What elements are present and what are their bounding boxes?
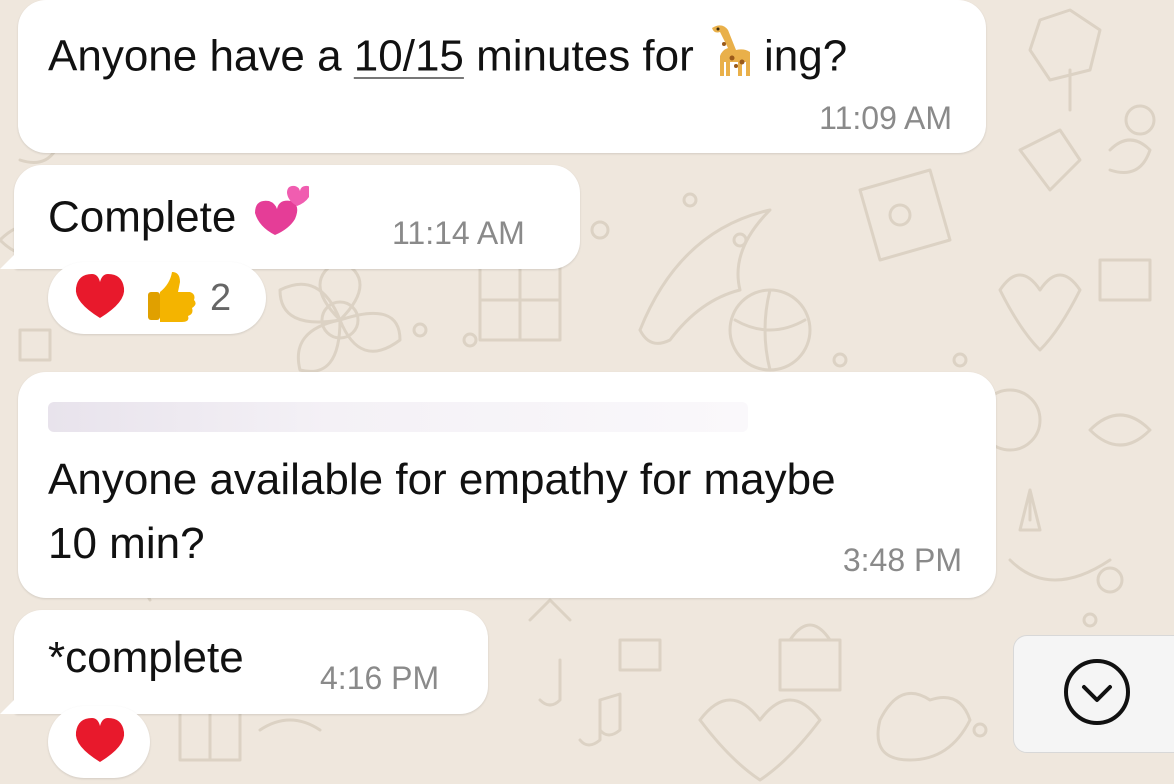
two-hearts-icon — [249, 183, 311, 257]
message-timestamp: 4:16 PM — [320, 660, 440, 696]
scroll-to-bottom-button[interactable] — [1013, 635, 1174, 753]
message-timestamp: 11:14 AM — [392, 215, 525, 251]
message-bubble-1[interactable]: Anyone have a 10/15 minutes for ing? 11:… — [18, 0, 986, 153]
message-text: Complete — [48, 183, 311, 257]
message-text-line2: 10 min? — [48, 519, 205, 568]
message-text: *complete — [48, 633, 244, 682]
reaction-pill[interactable] — [48, 706, 150, 778]
reaction-pill[interactable]: 2 — [48, 262, 266, 334]
message-timestamp: 11:09 AM — [819, 100, 952, 136]
message-bubble-4[interactable]: *complete 4:16 PM — [14, 610, 488, 714]
time-link[interactable]: 10/15 — [354, 32, 464, 81]
message-text: Anyone have a 10/15 minutes for ing? — [48, 18, 847, 100]
sender-name-redacted — [48, 402, 748, 432]
red-heart-icon — [74, 716, 126, 769]
message-bubble-3[interactable]: Anyone available for empathy for maybe 1… — [18, 372, 996, 598]
message-bubble-2[interactable]: Complete 11:14 AM — [14, 165, 580, 269]
reaction-count: 2 — [210, 276, 232, 319]
message-text: Anyone available for empathy for maybe — [48, 455, 836, 504]
giraffe-icon — [706, 18, 764, 100]
scroll-down-chevron-icon — [1062, 657, 1132, 732]
red-heart-icon — [74, 272, 126, 325]
message-timestamp: 3:48 PM — [842, 542, 962, 578]
thumbs-up-icon — [144, 270, 196, 327]
